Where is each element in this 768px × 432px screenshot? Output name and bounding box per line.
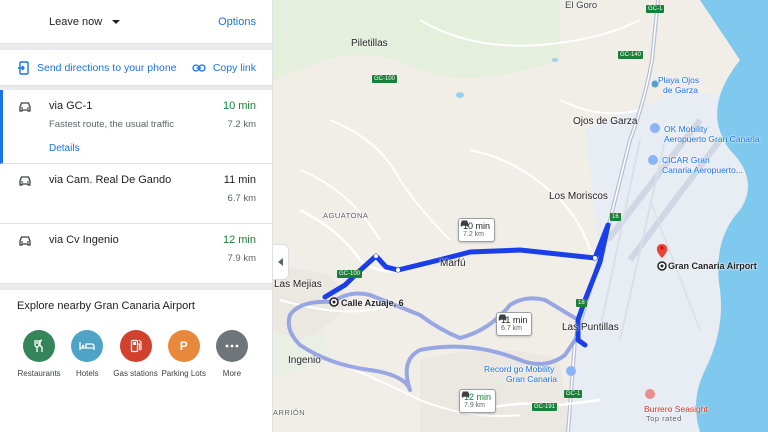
poi-label: Aeropuerto Gran Canaria [664, 134, 760, 144]
route-option-cv-ingenio[interactable]: via Cv Ingenio 12 min 7.9 km [0, 224, 272, 284]
car-icon [498, 314, 507, 321]
link-icon [192, 63, 206, 72]
poi-label: Record go Mobility [484, 364, 555, 374]
route-distance: 7.9 km [227, 253, 256, 264]
route-name: via Cv Ingenio [49, 234, 119, 246]
place-label: Las Puntillas [562, 322, 619, 333]
directions-panel: Leave now Options Send directions to you… [0, 0, 273, 432]
place-label: Piletillas [351, 38, 388, 49]
copy-link-button[interactable]: Copy link [192, 62, 256, 74]
route-duration: 10 min [222, 100, 256, 112]
road-shield: GC-100 [337, 270, 363, 278]
destination-label: Gran Canaria Airport [668, 261, 757, 271]
poi-label: OK Mobility [664, 124, 708, 134]
callout-distance: 7.2 km [463, 231, 485, 238]
district-label: AGUATONA [323, 211, 369, 220]
road-shield: GC-140 [618, 51, 644, 59]
poi-label: CICAR Gran [662, 155, 710, 165]
car-icon [19, 102, 31, 112]
origin-label: Calle Azuaje, 6 [341, 298, 404, 308]
route-duration: 12 min [222, 234, 256, 246]
route-callout-cam-real[interactable]: 11 min 6.7 km [496, 312, 533, 336]
place-label: El Goro [565, 0, 598, 11]
options-button[interactable]: Options [218, 16, 256, 28]
route-description: Fastest route, the usual traffic [49, 119, 174, 130]
explore-nearby-section: Explore nearby Gran Canaria Airport Rest… [0, 290, 272, 378]
car-icon [461, 391, 470, 398]
leave-now-dropdown[interactable]: Leave now [49, 15, 121, 28]
map-view[interactable]: El Goro Piletillas Playa Ojos de Garza O… [273, 0, 768, 432]
route-distance: 7.2 km [227, 119, 256, 130]
send-to-phone-label: Send directions to your phone [37, 61, 177, 74]
road-shield: 16 [610, 213, 621, 221]
place-label: Las Mejias [274, 279, 322, 290]
share-actions: Send directions to your phone Copy link [0, 50, 272, 86]
category-label: Restaurants [17, 369, 61, 378]
road-shield: GC-1 [646, 5, 665, 13]
callout-distance: 7.9 km [464, 402, 486, 409]
road-shield: GC-100 [372, 75, 398, 83]
restaurant-icon [23, 330, 56, 362]
send-to-phone-button[interactable]: Send directions to your phone [18, 60, 177, 75]
car-icon [19, 176, 31, 186]
category-label: More [222, 369, 242, 378]
road-shield: GC-1 [564, 390, 583, 398]
category-label: Parking Lots [161, 369, 206, 378]
hotel-icon [71, 330, 104, 362]
road-shield: 18 [576, 299, 587, 307]
route-details-link[interactable]: Details [49, 143, 80, 154]
category-label: Hotels [75, 369, 99, 378]
route-distance: 6.7 km [227, 193, 256, 204]
place-label: Ingenio [288, 355, 321, 366]
poi-label: Canaria Aeropuerto... [662, 165, 743, 175]
category-label: Gas stations [113, 369, 158, 378]
poi-label: de Garza [663, 85, 698, 95]
road-shield: GC-191 [532, 403, 558, 411]
category-restaurants[interactable]: Restaurants [15, 330, 63, 378]
route-option-gc1[interactable]: via GC-1 10 min Fastest route, the usual… [0, 90, 272, 164]
poi-label: Playa Ojos [658, 75, 700, 85]
send-to-phone-icon [18, 60, 29, 75]
callout-distance: 6.7 km [501, 325, 523, 332]
route-callout-cv-ingenio[interactable]: 12 min 7.9 km [459, 389, 497, 413]
nearby-categories: Restaurants Hotels Gas stations P Parkin… [15, 330, 256, 378]
district-label: ARRIÓN [273, 408, 306, 417]
caret-down-icon [112, 19, 121, 24]
route-name: via Cam. Real De Gando [49, 174, 172, 186]
chevron-left-icon [278, 258, 283, 266]
explore-title: Explore nearby Gran Canaria Airport [17, 300, 195, 312]
poi-sublabel: Top rated [646, 414, 682, 423]
route-option-cam-real[interactable]: via Cam. Real De Gando 11 min 6.7 km [0, 164, 272, 224]
route-duration: 11 min [223, 174, 256, 186]
car-icon [460, 220, 469, 227]
place-label: Ojos de Garza [573, 116, 638, 127]
more-icon [215, 330, 248, 362]
route-callout-gc1[interactable]: 10 min 7.2 km [458, 218, 496, 242]
place-label: Marfú [440, 258, 466, 269]
category-more[interactable]: More [208, 330, 256, 378]
category-gas-stations[interactable]: Gas stations [111, 330, 159, 378]
car-icon [19, 236, 31, 246]
poi-label: Gran Canaria [506, 374, 558, 384]
copy-link-label: Copy link [212, 61, 256, 74]
category-hotels[interactable]: Hotels [63, 330, 111, 378]
gas-station-icon [119, 330, 152, 362]
leave-now-label: Leave now [49, 15, 103, 28]
category-parking-lots[interactable]: P Parking Lots [160, 330, 208, 378]
parking-icon: P [167, 330, 200, 362]
poi-label: Burrero Seasight [644, 404, 708, 414]
place-label: Los Moriscos [549, 191, 608, 202]
departure-row: Leave now Options [0, 0, 272, 44]
route-name: via GC-1 [49, 100, 93, 112]
collapse-panel-button[interactable] [273, 244, 289, 280]
